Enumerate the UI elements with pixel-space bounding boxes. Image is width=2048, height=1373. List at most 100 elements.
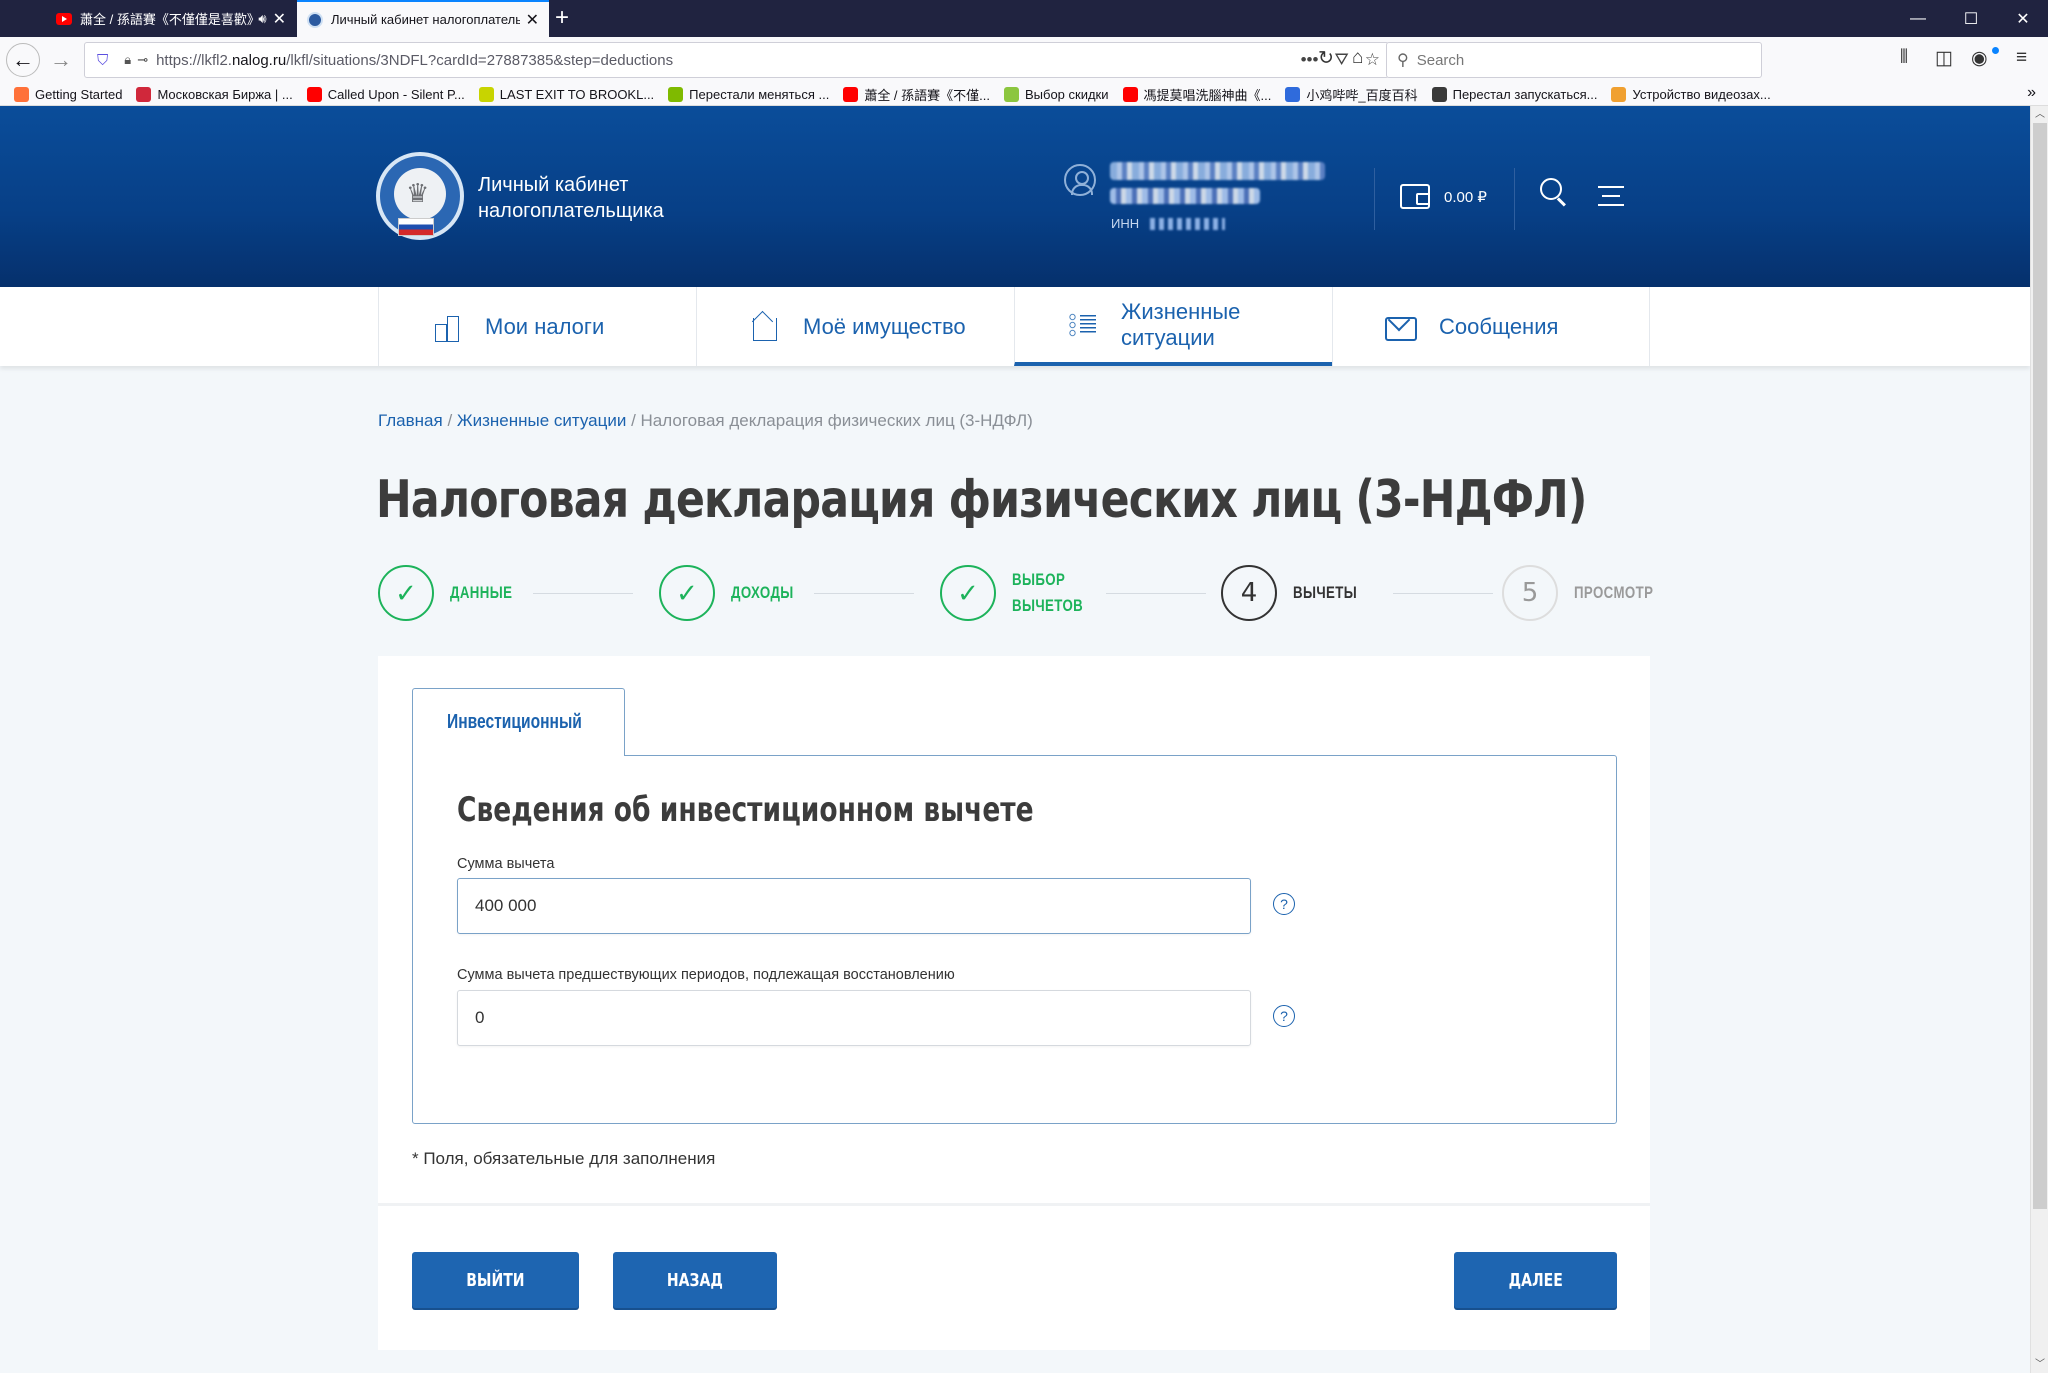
button-label: ВЫЙТИ xyxy=(466,1269,525,1291)
brand-line-1: Личный кабинет xyxy=(478,174,629,196)
step-number: 5 xyxy=(1502,565,1558,621)
messages-icon xyxy=(1385,312,1417,342)
nav-tab-label: Сообщения xyxy=(1439,313,1559,339)
bookmark-item[interactable]: Устройство видеозах... xyxy=(1611,87,1771,102)
maximize-button[interactable]: ☐ xyxy=(1948,0,1994,37)
sidebar-icon[interactable]: ◫ xyxy=(1935,47,1953,70)
eagle-icon: ♛ xyxy=(406,178,430,208)
url-domain: nalog.ru xyxy=(231,51,287,69)
bookmark-item[interactable]: 馮提莫唱洗腦神曲《... xyxy=(1122,85,1272,104)
nav-tab-label: Мои налоги xyxy=(485,313,605,339)
site-icon xyxy=(1431,87,1447,102)
nav-tab-messages[interactable]: Сообщения xyxy=(1332,287,1650,366)
discount-icon xyxy=(1003,87,1019,102)
search-bar[interactable]: ⚲ Search xyxy=(1386,42,1762,78)
bookmark-item[interactable]: 小鸡哔哔_百度百科 xyxy=(1285,85,1418,104)
deduction-amount-input[interactable] xyxy=(457,878,1251,934)
bookmark-item[interactable]: Перестали меняться ... xyxy=(668,87,829,102)
bookmark-item[interactable]: Getting Started xyxy=(14,87,122,102)
scrollbar-thumb[interactable] xyxy=(2033,123,2047,1209)
tab-title: Личный кабинет налогоплательщика xyxy=(331,12,520,27)
close-tab-icon[interactable]: ✕ xyxy=(273,9,286,29)
browser-tab-youtube[interactable]: 蕭全 / 孫語賽《不僅僅是喜歡》 🔊︎ ✕ xyxy=(46,0,296,37)
button-label: НАЗАД xyxy=(667,1269,723,1291)
taxes-icon xyxy=(431,312,461,342)
form-title: Сведения об инвестиционном вычете xyxy=(457,790,1034,830)
speaker-icon[interactable]: 🔊︎ xyxy=(258,11,266,27)
step-label: ПРОСМОТР xyxy=(1574,583,1654,602)
step-data[interactable]: ✓ ДАННЫЕ xyxy=(378,565,530,621)
nav-tab-label: Жизненные ситуации xyxy=(1121,298,1241,350)
help-icon[interactable]: ? xyxy=(1273,1005,1295,1027)
hamburger-menu-icon[interactable]: ≡ xyxy=(2016,47,2027,69)
bookmark-item[interactable]: Called Upon - Silent P... xyxy=(306,87,465,102)
bookmark-label: 小鸡哔哔_百度百科 xyxy=(1306,88,1418,103)
help-icon[interactable]: ? xyxy=(1273,893,1295,915)
user-avatar-icon[interactable] xyxy=(1064,164,1096,196)
header-divider xyxy=(1374,168,1375,230)
browser-toolbar: ← → ⛉ 🔒︎ ⊸ https://lkfl2.nalog.ru/lkfl/s… xyxy=(0,37,2048,84)
cat-icon xyxy=(1611,87,1627,102)
breadcrumb-separator: / xyxy=(626,411,641,430)
user-name-redacted[interactable] xyxy=(1110,162,1325,180)
notification-dot xyxy=(1992,47,1999,54)
reload-icon[interactable]: ↻ xyxy=(1318,47,1334,70)
step-deduction-choice[interactable]: ✓ ВЫБОР ВЫЧЕТОВ xyxy=(940,565,1103,621)
star-icon xyxy=(478,87,494,102)
nav-tab-my-taxes[interactable]: Мои налоги xyxy=(378,287,696,366)
tracking-shield-icon[interactable]: ⛉ xyxy=(97,52,108,69)
back-button[interactable]: НАЗАД xyxy=(613,1252,777,1308)
breadcrumb-home[interactable]: Главная xyxy=(378,411,443,430)
youtube-icon xyxy=(1122,87,1138,102)
search-icon[interactable] xyxy=(1540,178,1568,206)
new-tab-button[interactable]: + xyxy=(555,4,569,32)
forward-button[interactable]: → xyxy=(44,43,78,77)
breadcrumb-life-situations[interactable]: Жизненные ситуации xyxy=(457,411,626,430)
step-income[interactable]: ✓ ДОХОДЫ xyxy=(659,565,811,621)
nav-tab-life-situations[interactable]: Жизненные ситуации xyxy=(1014,287,1332,366)
scroll-up-icon[interactable]: ︿ xyxy=(2031,106,2048,123)
restored-deduction-input[interactable] xyxy=(457,990,1251,1046)
bookmark-label: Перестал запускаться... xyxy=(1452,87,1598,102)
back-button[interactable]: ← xyxy=(6,43,40,77)
pocket-icon[interactable]: ⛛ xyxy=(1334,50,1348,70)
bookmark-label: 馮提莫唱洗腦神曲《... xyxy=(1143,88,1272,103)
tab-investment-deduction[interactable]: Инвестиционный xyxy=(412,688,625,756)
bookmarks-overflow-icon[interactable]: » xyxy=(2027,84,2036,102)
home-icon[interactable]: ⌂ xyxy=(1352,47,1363,69)
close-tab-icon[interactable]: ✕ xyxy=(526,10,539,30)
bookmark-item[interactable]: Выбор скидки xyxy=(1003,87,1109,102)
page-title: Налоговая декларация физических лиц (3-Н… xyxy=(376,470,1587,530)
scroll-down-icon[interactable]: ﹀ xyxy=(2031,1356,2048,1373)
lock-icon[interactable]: 🔒︎ xyxy=(124,52,131,68)
close-window-button[interactable]: ✕ xyxy=(2000,0,2046,37)
balance[interactable]: 0.00 ₽ xyxy=(1444,188,1487,206)
browser-tab-nalog[interactable]: Личный кабинет налогоплательщика ✕ xyxy=(297,0,549,37)
exit-button[interactable]: ВЫЙТИ xyxy=(412,1252,579,1308)
user-name-redacted[interactable] xyxy=(1110,188,1260,204)
account-icon[interactable]: ◉ xyxy=(1971,47,1988,70)
step-label: ДАННЫЕ xyxy=(450,583,513,602)
bookmark-item[interactable]: Перестал запускаться... xyxy=(1431,87,1598,102)
wallet-icon[interactable] xyxy=(1400,184,1430,209)
minimize-button[interactable]: — xyxy=(1895,0,1941,37)
step-connector xyxy=(814,593,914,594)
menu-icon[interactable] xyxy=(1598,186,1624,206)
fns-logo[interactable]: ♛ xyxy=(376,152,464,240)
url-bar[interactable]: ⛉ 🔒︎ ⊸ https://lkfl2.nalog.ru/lkfl/situa… xyxy=(84,42,1389,78)
url-host-prefix: https://lkfl2. xyxy=(156,51,232,69)
bookmark-item[interactable]: 蕭全 / 孫語賽《不僅... xyxy=(843,85,990,104)
brand-title[interactable]: Личный кабинет налогоплательщика xyxy=(478,172,664,224)
bookmark-item[interactable]: Московская Биржа | ... xyxy=(136,87,293,102)
microsoft-icon xyxy=(668,87,684,102)
url-text[interactable]: https://lkfl2.nalog.ru/lkfl/situations/3… xyxy=(156,52,673,69)
next-button[interactable]: ДАЛЕЕ xyxy=(1454,1252,1617,1308)
step-deductions[interactable]: 4 ВЫЧЕТЫ xyxy=(1221,565,1375,621)
page-scrollbar[interactable]: ︿ ﹀ xyxy=(2030,106,2048,1373)
page-actions-icon[interactable]: ••• xyxy=(1301,50,1319,70)
library-icon[interactable]: ⫴ xyxy=(1900,47,1908,69)
moex-icon xyxy=(136,87,152,102)
nav-tab-my-property[interactable]: Моё имущество xyxy=(696,287,1014,366)
bookmark-item[interactable]: LAST EXIT TO BROOKL... xyxy=(478,87,654,102)
bookmark-star-icon[interactable]: ☆ xyxy=(1365,50,1380,70)
